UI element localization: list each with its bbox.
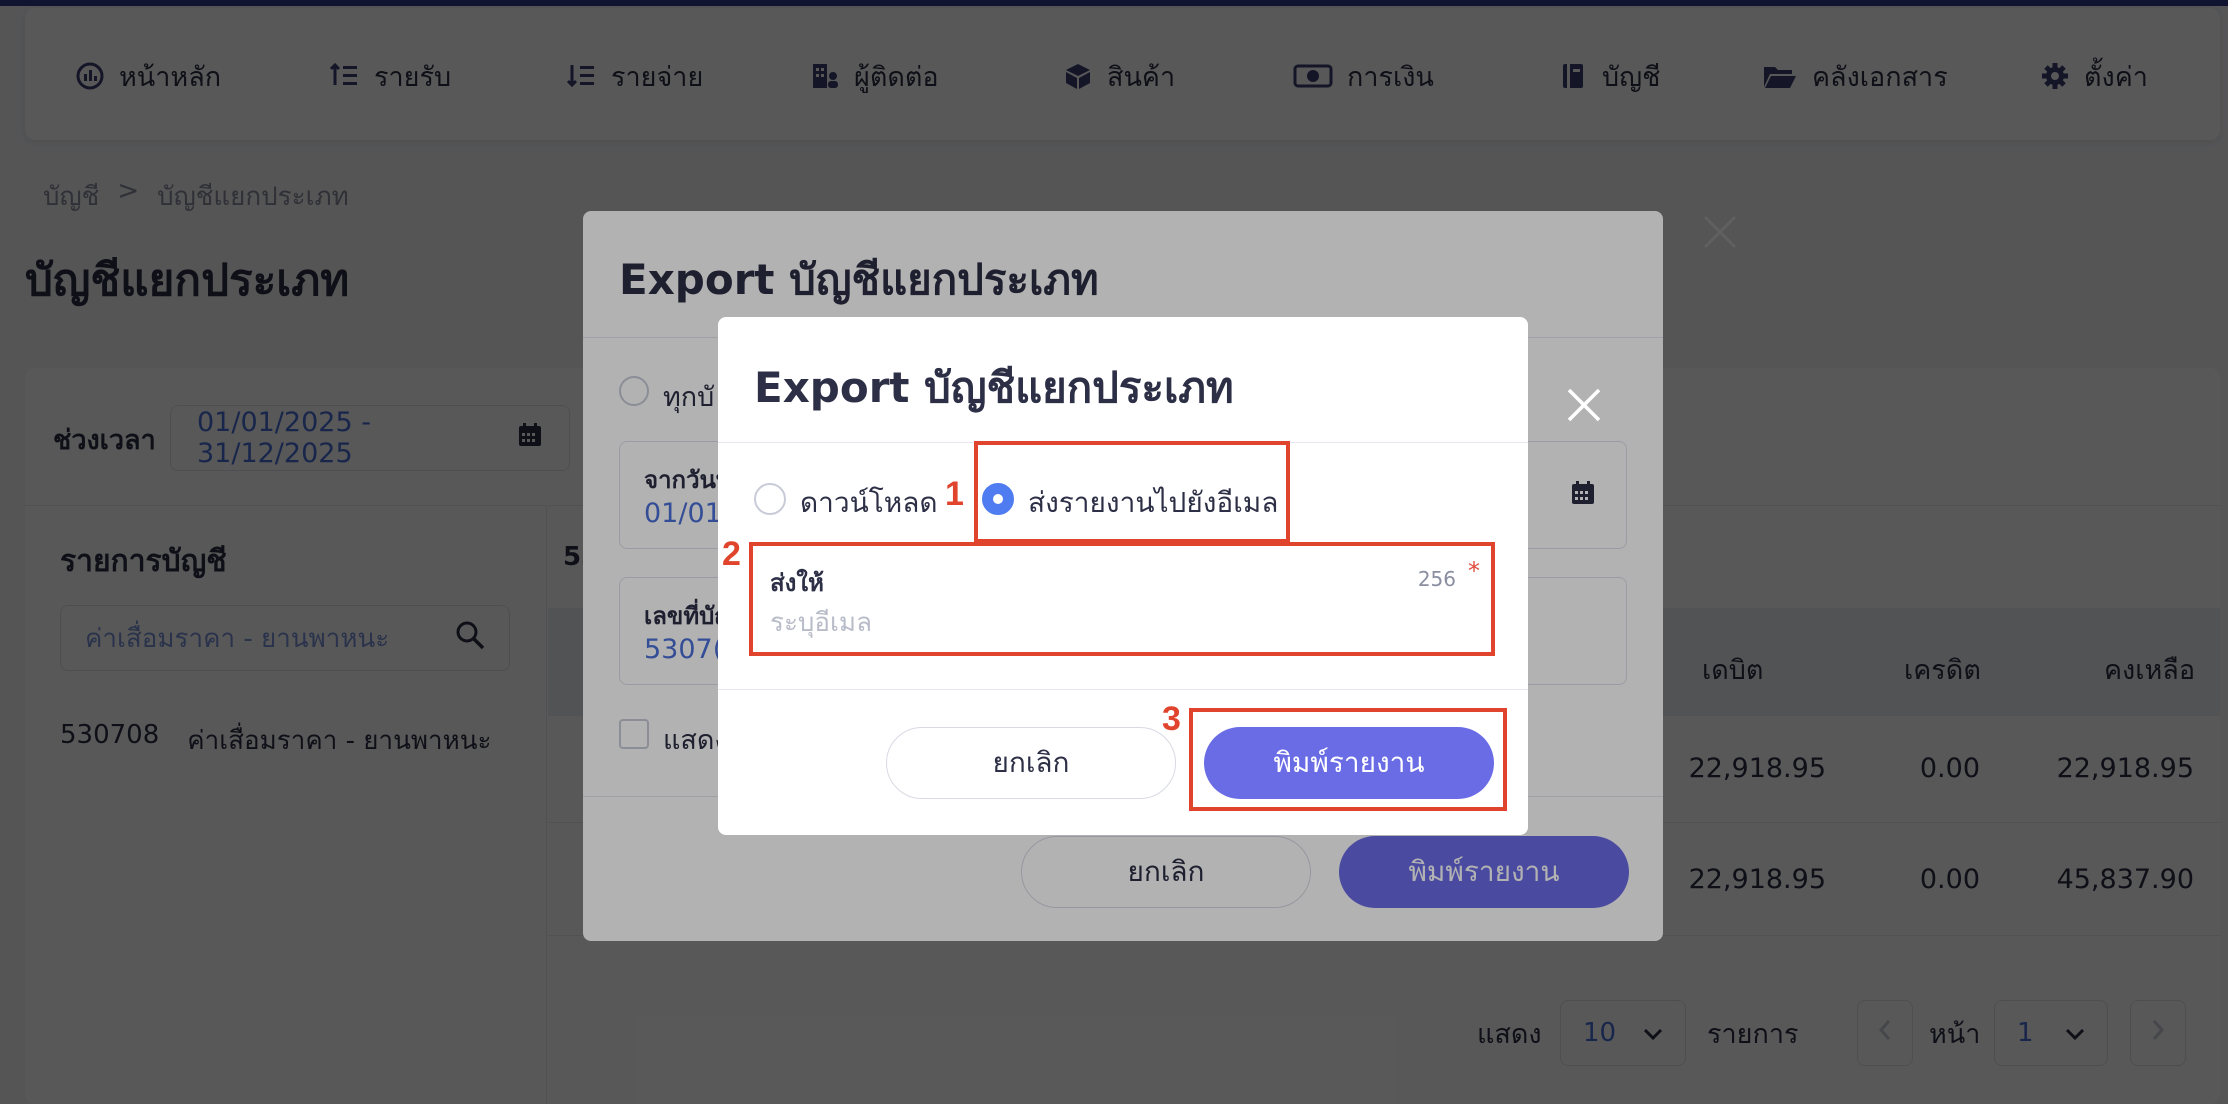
modal-divider	[718, 689, 1528, 690]
highlight-box-step-2	[749, 542, 1495, 656]
step-number-1: 1	[945, 475, 964, 513]
download-radio[interactable]	[754, 483, 786, 515]
download-radio-label[interactable]: ดาวน์โหลด	[800, 481, 938, 525]
modal-title: Export บัญชีแยกประเภท	[754, 363, 1234, 412]
step-number-2: 2	[722, 535, 741, 573]
highlight-box-step-3	[1189, 708, 1507, 811]
cancel-button[interactable]: ยกเลิก	[886, 727, 1176, 799]
step-number-3: 3	[1162, 700, 1181, 738]
highlight-box-step-1	[974, 441, 1290, 543]
close-icon[interactable]	[1565, 386, 1603, 424]
